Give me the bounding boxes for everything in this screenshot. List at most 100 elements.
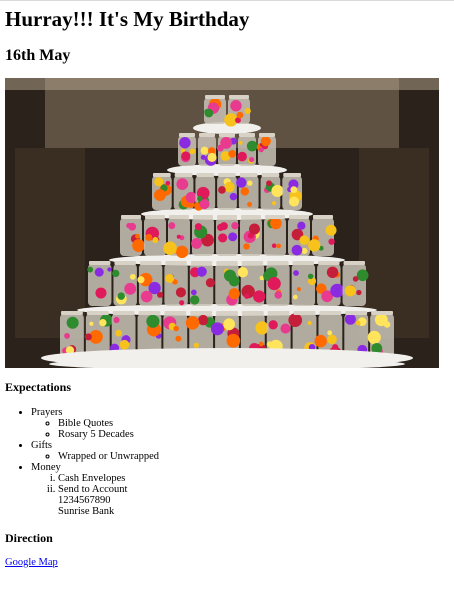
- flower: [228, 150, 237, 158]
- page-title: Hurray!!! It's My Birthday: [5, 7, 250, 31]
- flower: [89, 321, 94, 326]
- flower: [197, 195, 203, 202]
- photo-illustration: [5, 78, 439, 368]
- flower: [204, 108, 214, 118]
- jar-lid: [318, 261, 340, 265]
- flower: [135, 233, 140, 239]
- flower: [280, 323, 291, 334]
- flower: [220, 137, 233, 149]
- left-wall: [15, 148, 85, 338]
- flower: [238, 140, 243, 145]
- flower: [236, 177, 247, 188]
- flower: [107, 267, 112, 272]
- flower: [140, 290, 153, 303]
- flower: [356, 289, 362, 296]
- flower: [126, 222, 132, 229]
- expectations-list: Prayers Bible Quotes Rosary 5 Decades Gi…: [5, 407, 159, 517]
- flower: [383, 321, 391, 328]
- flower: [247, 201, 253, 207]
- flower: [268, 320, 278, 330]
- flower: [258, 341, 264, 347]
- flower: [292, 294, 298, 300]
- flower: [246, 140, 258, 152]
- flower: [290, 186, 298, 194]
- flower: [119, 339, 130, 350]
- flower: [249, 156, 255, 163]
- flower: [95, 287, 107, 299]
- flower: [248, 223, 260, 235]
- bank-name: Sunrise Bank: [58, 506, 115, 517]
- flower: [66, 316, 79, 329]
- flower: [296, 287, 301, 292]
- flower: [64, 333, 70, 339]
- flower: [176, 234, 181, 239]
- flower: [117, 292, 125, 300]
- flower: [146, 314, 160, 328]
- flower: [242, 189, 247, 194]
- flower: [244, 107, 251, 115]
- flower: [190, 289, 197, 296]
- flower: [276, 243, 282, 249]
- flower: [179, 137, 191, 149]
- flower: [344, 313, 356, 325]
- google-map-link[interactable]: Google Map: [5, 557, 58, 568]
- flower: [330, 283, 345, 298]
- flower: [297, 221, 306, 230]
- jar-lid: [265, 215, 285, 219]
- flower: [176, 178, 189, 191]
- flower: [189, 295, 200, 305]
- jar-lid: [241, 311, 264, 315]
- flower: [355, 320, 361, 326]
- expectations-heading: Expectations: [5, 380, 71, 394]
- list-item-money: Money Cash Envelopes Send to Account 123…: [31, 462, 159, 517]
- flower: [228, 288, 240, 300]
- flower: [260, 136, 271, 147]
- flower: [255, 321, 269, 335]
- sublist-item: Wrapped or Unwrapped: [58, 451, 159, 462]
- flower: [307, 273, 314, 280]
- flower: [223, 318, 236, 331]
- flower: [113, 316, 120, 324]
- jar-lid: [216, 311, 238, 315]
- flower: [228, 275, 240, 287]
- jar-lid: [218, 173, 236, 177]
- list-item-gifts: Gifts Wrapped or Unwrapped: [31, 440, 159, 462]
- jar-lid: [259, 133, 275, 137]
- flower: [356, 269, 369, 282]
- flower: [226, 333, 241, 348]
- flower: [185, 316, 200, 330]
- flower: [175, 287, 186, 298]
- money-sublist: Cash Envelopes Send to Account 123456789…: [31, 473, 159, 517]
- flower: [175, 335, 182, 342]
- jar-lid: [267, 311, 290, 315]
- flower: [266, 180, 272, 187]
- flower: [94, 267, 104, 277]
- jar-lid: [241, 261, 264, 265]
- sublist-item-label: Rosary 5 Decades: [58, 429, 134, 440]
- jar-lid: [292, 261, 315, 265]
- jar-lid: [199, 133, 215, 137]
- flower: [332, 344, 339, 351]
- jar-lid: [153, 173, 171, 177]
- list-item-prayers: Prayers Bible Quotes Rosary 5 Decades: [31, 407, 159, 440]
- flower: [175, 245, 189, 259]
- flower: [200, 146, 209, 155]
- flower: [132, 239, 146, 253]
- jar-lid: [61, 311, 83, 315]
- jar-lid: [205, 95, 225, 99]
- flower: [236, 111, 244, 119]
- flower: [165, 273, 175, 283]
- flower: [352, 276, 359, 282]
- flower: [328, 238, 335, 245]
- jar-lid: [293, 311, 316, 315]
- jar-lid: [283, 173, 301, 177]
- flower: [194, 223, 202, 231]
- flower: [267, 277, 281, 291]
- flower: [258, 147, 264, 153]
- flower: [137, 276, 145, 284]
- flower: [325, 224, 337, 236]
- jar-lid: [241, 215, 261, 219]
- prayers-sublist: Bible Quotes Rosary 5 Decades: [31, 418, 159, 440]
- flower: [244, 293, 250, 299]
- flower: [327, 330, 333, 336]
